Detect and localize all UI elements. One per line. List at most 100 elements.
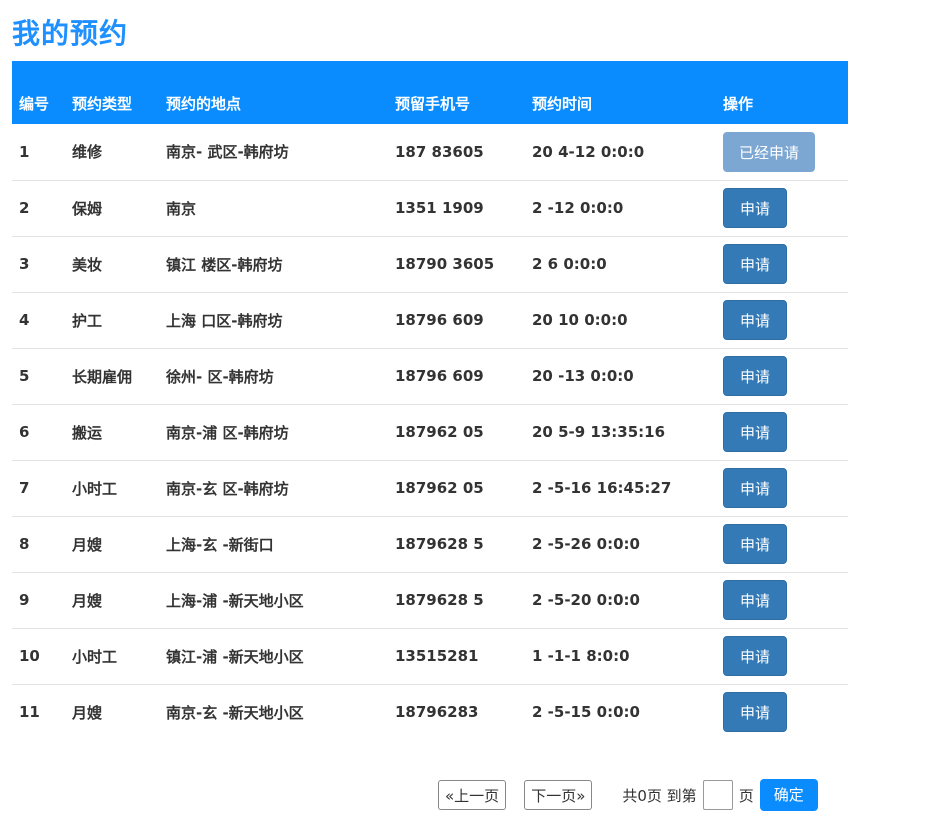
cell-action: 已经申请 bbox=[716, 124, 848, 180]
cell-id: 8 bbox=[19, 535, 30, 553]
cell-id: 1 bbox=[19, 142, 30, 161]
cell-type: 月嫂 bbox=[72, 535, 103, 554]
cell-type: 保姆 bbox=[72, 199, 103, 218]
cell-id: 7 bbox=[19, 479, 30, 497]
cell-action: 申请 bbox=[716, 460, 848, 516]
next-page-button[interactable]: 下一页» bbox=[524, 780, 593, 810]
cell-time: 2 -12 0:0:0 bbox=[532, 199, 624, 217]
table-row: 2 保姆 南京 1351 1909 2 -12 0:0:0 申请 bbox=[12, 180, 848, 236]
cell-id: 9 bbox=[19, 591, 30, 609]
cell-phone: 18796283 bbox=[395, 703, 479, 722]
cell-type: 月嫂 bbox=[72, 703, 103, 722]
reservation-table: 编号 预约类型 预约的地点 预留手机号 预约时间 操作 1 维修 南京- 武区-韩府… bbox=[12, 61, 848, 740]
cell-phone: 18790 3605 bbox=[395, 255, 495, 273]
cell-phone: 187962 05 bbox=[395, 479, 484, 497]
cell-time: 20 5-9 13:35:16 bbox=[532, 423, 666, 441]
confirm-button[interactable]: 确定 bbox=[759, 779, 818, 811]
cell-phone: 187962 05 bbox=[395, 423, 484, 441]
col-header-location: 预约的地点 bbox=[166, 95, 242, 113]
table-row: 5 长期雇佣 徐州- 区-韩府坊 18796 609 20 -13 0:0:0 申请 bbox=[12, 348, 848, 404]
col-header-action: 操作 bbox=[723, 95, 754, 113]
cell-time: 1 -1-1 8:0:0 bbox=[532, 647, 630, 665]
cell-action: 申请 bbox=[716, 516, 848, 572]
cell-location: 徐州- 区-韩府坊 bbox=[166, 367, 274, 386]
cell-id: 11 bbox=[19, 703, 40, 722]
cell-action: 申请 bbox=[716, 292, 848, 348]
cell-location: 上海-浦 -新天地小区 bbox=[166, 591, 304, 610]
cell-action: 申请 bbox=[716, 628, 848, 684]
col-header-phone: 预留手机号 bbox=[395, 95, 471, 113]
cell-type: 护工 bbox=[72, 311, 103, 330]
apply-button[interactable]: 申请 bbox=[723, 188, 788, 228]
cell-id: 6 bbox=[19, 423, 30, 441]
cell-id: 4 bbox=[19, 311, 30, 329]
cell-action: 申请 bbox=[716, 572, 848, 628]
cell-id: 5 bbox=[19, 367, 30, 385]
cell-type: 维修 bbox=[72, 143, 103, 162]
cell-time: 2 -5-16 16:45:27 bbox=[532, 479, 672, 497]
table-row: 9 月嫂 上海-浦 -新天地小区 1879628 5 2 -5-20 0:0:0 申请 bbox=[12, 572, 848, 628]
cell-type: 月嫂 bbox=[72, 591, 103, 610]
apply-button[interactable]: 申请 bbox=[723, 692, 788, 733]
table-row: 8 月嫂 上海-玄 -新街口 1879628 5 2 -5-26 0:0:0 申请 bbox=[12, 516, 848, 572]
cell-time: 20 4-12 0:0:0 bbox=[532, 142, 645, 161]
apply-button[interactable]: 申请 bbox=[723, 524, 788, 564]
cell-location: 镇江-浦 -新天地小区 bbox=[166, 647, 304, 666]
page-number-input[interactable] bbox=[702, 780, 733, 810]
table-row: 10 小时工 镇江-浦 -新天地小区 13515281 1 -1-1 8:0:0 申请 bbox=[12, 628, 848, 684]
col-header-time: 预约时间 bbox=[532, 95, 593, 113]
pagination: «上一页 下一页» 共0页 到第 页 确定 bbox=[438, 778, 818, 812]
cell-time: 20 -13 0:0:0 bbox=[532, 367, 634, 385]
cell-action: 申请 bbox=[716, 404, 848, 460]
cell-location: 上海-玄 -新街口 bbox=[166, 535, 274, 554]
table-row: 7 小时工 南京-玄 区-韩府坊 187962 05 2 -5-16 16:45:27 申… bbox=[12, 460, 848, 516]
cell-time: 2 -5-20 0:0:0 bbox=[532, 591, 640, 609]
apply-button[interactable]: 申请 bbox=[723, 580, 788, 620]
cell-phone: 18796 609 bbox=[395, 311, 484, 329]
cell-time: 20 10 0:0:0 bbox=[532, 311, 628, 329]
cell-id: 2 bbox=[19, 199, 30, 217]
table-row: 1 维修 南京- 武区-韩府坊 187 83605 20 4-12 0:0:0 已经申请 bbox=[12, 124, 848, 180]
cell-location: 南京-浦 区-韩府坊 bbox=[166, 423, 289, 442]
cell-type: 搬运 bbox=[72, 423, 103, 442]
cell-phone: 1351 1909 bbox=[395, 199, 484, 217]
table-row: 4 护工 上海 口区-韩府坊 18796 609 20 10 0:0:0 申请 bbox=[12, 292, 848, 348]
apply-button[interactable]: 申请 bbox=[723, 356, 788, 396]
cell-phone: 18796 609 bbox=[395, 367, 484, 385]
cell-location: 南京-玄 区-韩府坊 bbox=[166, 479, 289, 498]
cell-id: 10 bbox=[19, 647, 40, 665]
reservation-page: 我的预约 编号 预约类型 预约的地点 预留手机号 预约时间 操作 1 维修 南京- … bbox=[0, 0, 925, 829]
apply-button[interactable]: 申请 bbox=[723, 636, 788, 676]
cell-action: 申请 bbox=[716, 236, 848, 292]
prev-page-button[interactable]: «上一页 bbox=[438, 780, 507, 810]
table-row: 6 搬运 南京-浦 区-韩府坊 187962 05 20 5-9 13:35:16 申请 bbox=[12, 404, 848, 460]
table-body: 1 维修 南京- 武区-韩府坊 187 83605 20 4-12 0:0:0 已经申请 2… bbox=[12, 124, 848, 740]
apply-button[interactable]: 申请 bbox=[723, 300, 788, 340]
cell-location: 镇江 楼区-韩府坊 bbox=[166, 255, 283, 274]
col-header-id: 编号 bbox=[19, 95, 50, 113]
table-row: 3 美妆 镇江 楼区-韩府坊 18790 3605 2 6 0:0:0 申请 bbox=[12, 236, 848, 292]
apply-button[interactable]: 申请 bbox=[723, 468, 788, 508]
cell-type: 小时工 bbox=[72, 479, 118, 498]
table-row: 11 月嫂 南京-玄 -新天地小区 18796283 2 -5-15 0:0:0 申请 bbox=[12, 684, 848, 740]
cell-action: 申请 bbox=[716, 348, 848, 404]
cell-time: 2 6 0:0:0 bbox=[532, 255, 607, 273]
cell-time: 2 -5-15 0:0:0 bbox=[532, 703, 640, 722]
cell-location: 上海 口区-韩府坊 bbox=[166, 311, 283, 330]
table-header: 编号 预约类型 预约的地点 预留手机号 预约时间 操作 bbox=[12, 61, 848, 124]
cell-action: 申请 bbox=[716, 180, 848, 236]
cell-id: 3 bbox=[19, 255, 30, 273]
cell-type: 长期雇佣 bbox=[72, 367, 133, 386]
cell-location: 南京-玄 -新天地小区 bbox=[166, 703, 304, 722]
cell-phone: 13515281 bbox=[395, 647, 479, 665]
total-pages-text: 共0页 到第 bbox=[622, 786, 697, 805]
cell-location: 南京 bbox=[166, 199, 197, 218]
applied-button[interactable]: 已经申请 bbox=[723, 131, 816, 172]
cell-action: 申请 bbox=[716, 684, 848, 740]
cell-type: 美妆 bbox=[72, 255, 103, 274]
cell-type: 小时工 bbox=[72, 647, 118, 666]
apply-button[interactable]: 申请 bbox=[723, 244, 788, 284]
cell-location: 南京- 武区-韩府坊 bbox=[166, 143, 289, 162]
col-header-type: 预约类型 bbox=[72, 95, 133, 113]
apply-button[interactable]: 申请 bbox=[723, 412, 788, 452]
